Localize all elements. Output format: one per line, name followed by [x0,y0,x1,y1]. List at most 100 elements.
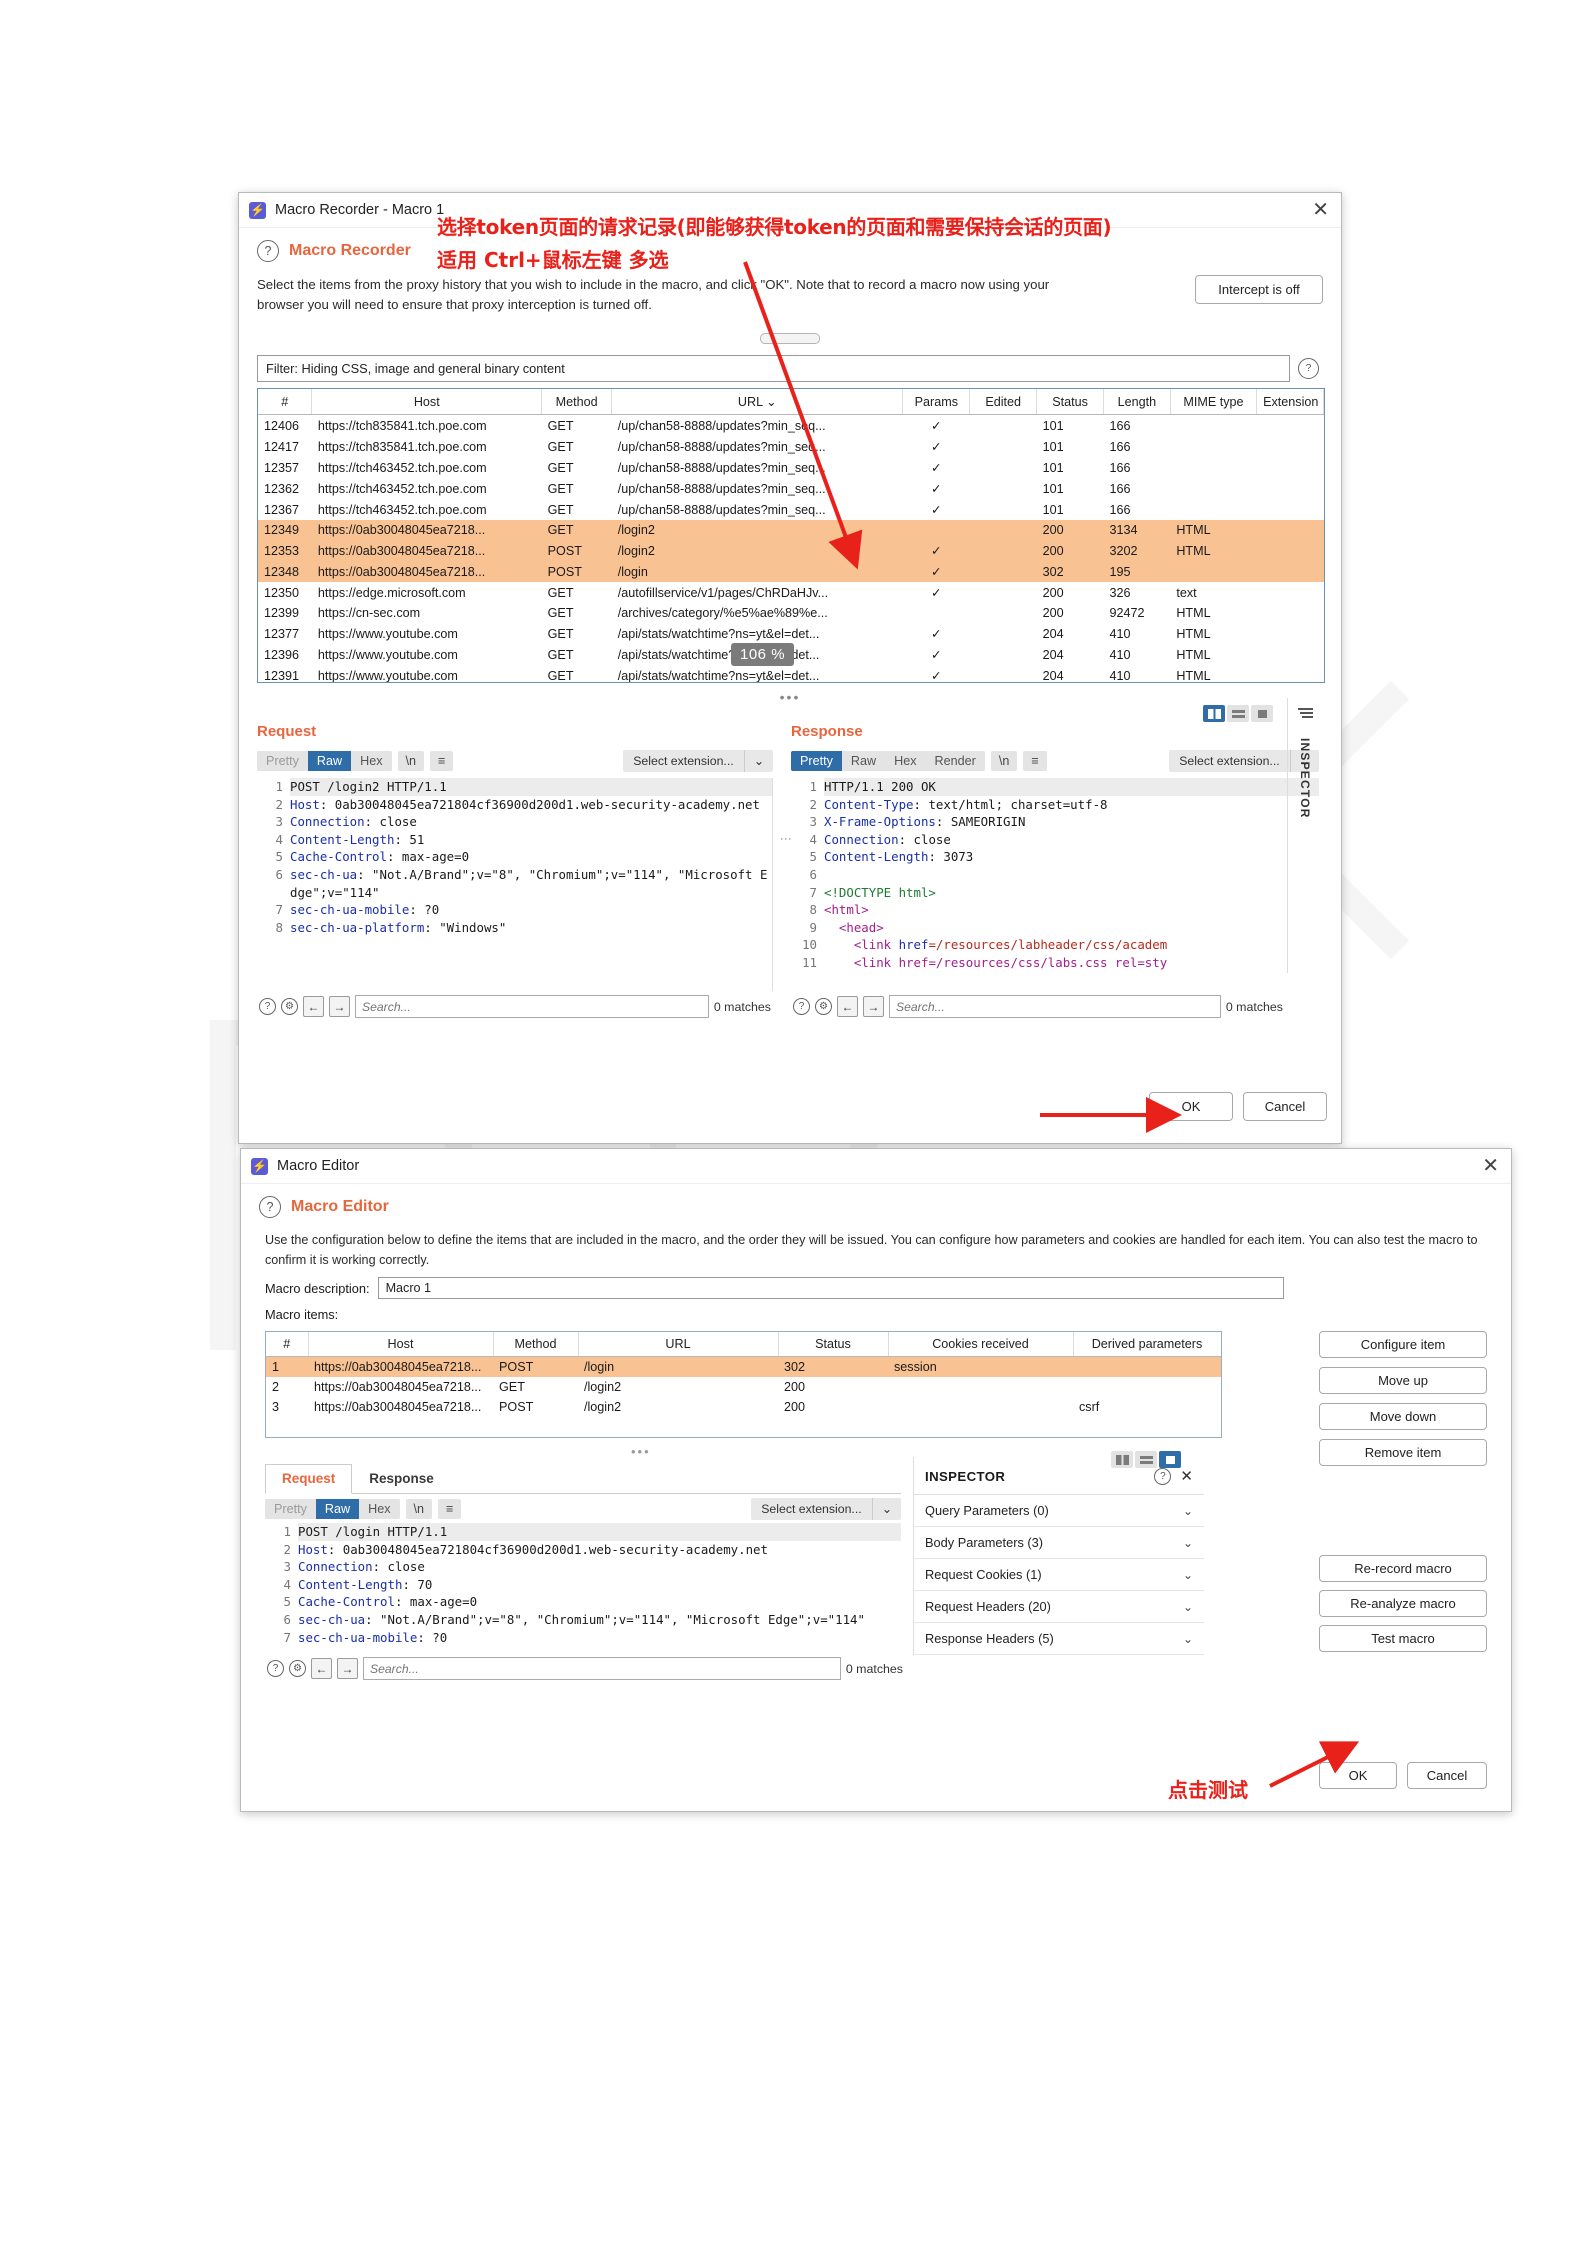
response-help-icon[interactable]: ? [793,998,810,1015]
response-mode-raw[interactable]: Raw [841,751,886,771]
filter-help-icon[interactable]: ? [1298,358,1319,379]
response-code[interactable]: 1 HTTP/1.1 200 OK 2 Content-Type: text/html… [791,778,1319,991]
inspector-section-request-headers[interactable]: Request Headers (20) ⌄ [914,1591,1204,1623]
table-row[interactable]: 12399 https://cn-sec.com GET/archives/cate… [258,603,1324,623]
table-row[interactable]: 12349 https://0ab30048045ea7218... GET/log… [258,520,1324,540]
splitter-handle[interactable] [760,333,820,344]
request-mode-bar[interactable]: Pretty Raw Hex \n ≡ Select extension... ⌄ [257,747,773,775]
inspector-section-response-headers[interactable]: Response Headers (5) ⌄ [914,1623,1204,1655]
request-help-icon[interactable]: ? [259,998,276,1015]
items-column-header-derived-parameters[interactable]: Derived parameters [1073,1332,1221,1357]
inspector-collapse-icon[interactable] [1297,706,1313,724]
proxy-history-table[interactable]: # Host Method URL ⌄ Params Edited Status Length… [257,388,1325,683]
editor-request-code[interactable]: 1 POST /login HTTP/1.1 2 Host: 0ab30048045e… [265,1523,901,1651]
chevron-down-icon[interactable]: ⌄ [1183,1504,1193,1518]
table-row[interactable]: 12353 https://0ab30048045ea7218... POST/lo… [258,540,1324,561]
items-column-header-host[interactable]: Host [308,1332,494,1357]
items-column-header-method[interactable]: Method [493,1332,579,1357]
item-action-buttons[interactable]: Configure item Move up Move down Remove ite… [1319,1331,1487,1466]
request-menu-icon[interactable]: ≡ [430,751,454,771]
item-configure-item-button[interactable]: Configure item [1319,1331,1487,1358]
find-prev-icon[interactable]: ← [311,1658,332,1679]
inspector-section-body-parameters[interactable]: Body Parameters (3) ⌄ [914,1527,1204,1559]
editor-request-mode-raw[interactable]: Raw [315,1499,360,1519]
column-header-length[interactable]: Length [1103,389,1171,415]
item-move-up-button[interactable]: Move up [1319,1367,1487,1394]
table-row[interactable]: 12357 https://tch463452.tch.poe.com GET/up… [258,457,1324,478]
find-next-icon[interactable]: → [863,996,884,1017]
request-mode-hex[interactable]: Hex [351,751,392,771]
response-mode-render[interactable]: Render [925,751,985,771]
request-mode-raw[interactable]: Raw [307,751,352,771]
column-header-status[interactable]: Status [1036,389,1104,415]
request-search-input[interactable] [355,995,709,1018]
table-row[interactable]: 1 https://0ab30048045ea7218... POST/login 3… [266,1356,1221,1377]
column-header-extension[interactable]: Extension [1256,389,1324,415]
chevron-down-icon[interactable]: ⌄ [1183,1536,1193,1550]
table-row[interactable]: 12367 https://tch463452.tch.poe.com GET/up… [258,499,1324,520]
inspector-section-query-parameters[interactable]: Query Parameters (0) ⌄ [914,1495,1204,1527]
items-column-header-url[interactable]: URL [578,1332,779,1357]
table-row[interactable]: 12391 https://www.youtube.com GET/api/stat… [258,665,1324,683]
editor-extension-select[interactable]: Select extension... ⌄ [751,1498,901,1520]
items-column-header-cookies-received[interactable]: Cookies received [888,1332,1074,1357]
table-row[interactable]: 12377 https://www.youtube.com GET/api/stat… [258,623,1324,644]
macro-description-input[interactable]: Macro 1 [377,1277,1284,1299]
response-search-input[interactable] [889,995,1221,1018]
find-next-icon[interactable]: → [337,1658,358,1679]
inspector-help-icon[interactable]: ? [1154,1467,1172,1485]
close-icon[interactable]: ✕ [1312,200,1329,220]
request-extension-select[interactable]: Select extension... ⌄ [623,750,773,772]
layout-side-by-side-icon[interactable] [1203,705,1225,722]
layout-stacked-icon[interactable] [1227,705,1249,722]
response-mode-bar[interactable]: Pretty Raw Hex Render \n ≡ Select extension… [791,747,1319,775]
macro-test-macro-button[interactable]: Test macro [1319,1625,1487,1652]
table-row[interactable]: 12350 https://edge.microsoft.com GET/autof… [258,582,1324,603]
column-header-params[interactable]: Params [902,389,971,415]
column-header-host[interactable]: Host [311,389,543,415]
layout-single-icon[interactable] [1251,705,1273,722]
items-column-header--[interactable]: # [266,1332,309,1357]
editor-newline-toggle[interactable]: \n [405,1499,433,1519]
intercept-toggle-button[interactable]: Intercept is off [1195,275,1323,304]
editor-cancel-button[interactable]: Cancel [1407,1762,1487,1789]
recorder-cancel-button[interactable]: Cancel [1243,1092,1327,1121]
tab-response[interactable]: Response [352,1464,451,1493]
gear-icon[interactable]: ⚙ [281,998,298,1015]
macro-action-buttons[interactable]: Re-record macro Re-analyze macro Test macr… [1319,1555,1487,1652]
response-mode-hex[interactable]: Hex [885,751,926,771]
filter-bar[interactable]: Filter: Hiding CSS, image and general bi… [257,355,1290,382]
close-icon[interactable]: ✕ [1482,1156,1499,1176]
column-header-method[interactable]: Method [541,389,613,415]
chevron-down-icon[interactable]: ⌄ [1183,1632,1193,1646]
tab-request[interactable]: Request [265,1464,353,1494]
editor-splitter-dots[interactable]: ••• [631,1444,651,1459]
items-column-header-status[interactable]: Status [778,1332,889,1357]
request-mode-pretty[interactable]: Pretty [257,751,308,771]
editor-menu-icon[interactable]: ≡ [438,1499,462,1519]
newline-toggle[interactable]: \n [397,751,425,771]
editor-ok-button[interactable]: OK [1319,1762,1397,1789]
table-row[interactable]: 3 https://0ab30048045ea7218... POST/login2… [266,1397,1221,1417]
column-header-url[interactable]: URL ⌄ [611,389,904,415]
table-row[interactable]: 12417 https://tch835841.tch.poe.com GET/up… [258,436,1324,457]
question-mark-icon[interactable]: ? [259,1196,281,1218]
response-newline-toggle[interactable]: \n [990,751,1018,771]
chevron-down-icon[interactable]: ⌄ [1183,1600,1193,1614]
editor-search-input[interactable] [363,1657,841,1680]
table-row[interactable]: 12348 https://0ab30048045ea7218... POST/lo… [258,561,1324,582]
macro-items-table[interactable]: # Host Method URL Status Cookies received Deri… [265,1331,1222,1438]
editor-request-mode-pretty[interactable]: Pretty [265,1499,316,1519]
view-layout-toggles[interactable] [1203,705,1273,722]
response-find-bar[interactable]: ? ⚙ ← → 0 matches [791,991,1285,1022]
gear-icon[interactable]: ⚙ [815,998,832,1015]
response-mode-pretty[interactable]: Pretty [791,751,842,771]
gear-icon[interactable]: ⚙ [289,1660,306,1677]
editor-request-tabs[interactable]: Request Response [265,1464,901,1494]
macro-re-record-macro-button[interactable]: Re-record macro [1319,1555,1487,1582]
column-header-edited[interactable]: Edited [969,389,1038,415]
macro-re-analyze-macro-button[interactable]: Re-analyze macro [1319,1590,1487,1617]
item-move-down-button[interactable]: Move down [1319,1403,1487,1430]
find-next-icon[interactable]: → [329,996,350,1017]
request-code[interactable]: 1 POST /login2 HTTP/1.1 2 Host: 0ab30048045… [257,778,773,991]
